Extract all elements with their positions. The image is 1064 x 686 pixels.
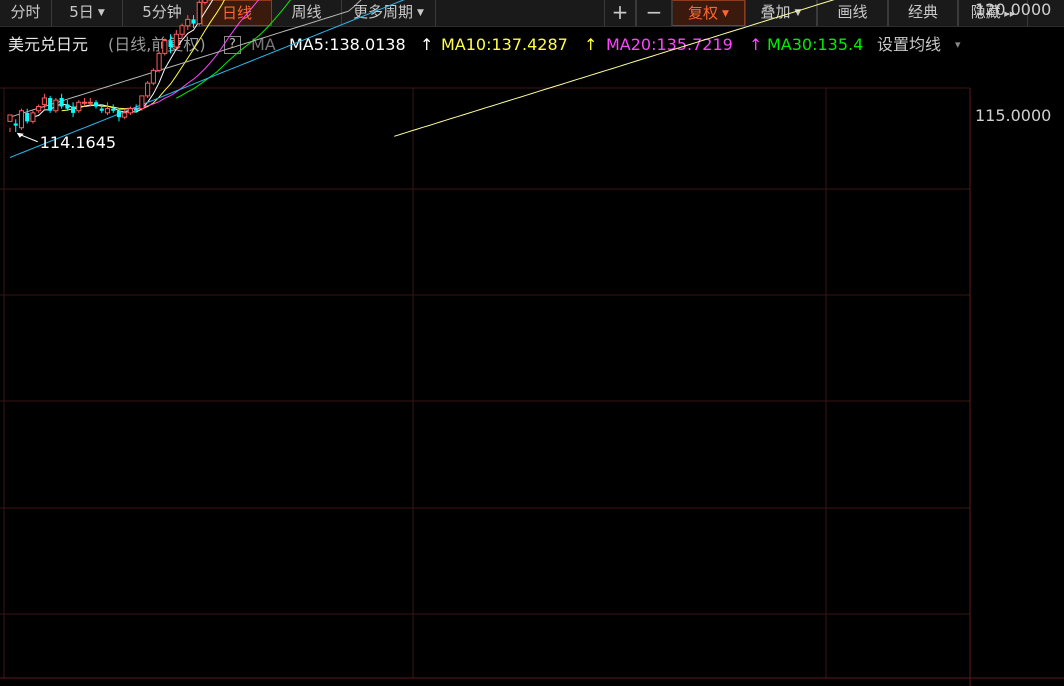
candle-up (145, 82, 151, 97)
candle-up (185, 18, 191, 27)
candle-up (18, 110, 25, 129)
extreme-annotations: 139.3905114.1645 (16, 132, 116, 152)
candle-up (41, 97, 47, 105)
candle-up (202, 0, 208, 3)
candle-down (93, 102, 99, 107)
candle-up (76, 101, 82, 112)
candle-up (179, 25, 185, 35)
candle-down (25, 112, 30, 122)
price-tick-label: 115.0000 (975, 106, 1051, 125)
candle-up (150, 69, 156, 84)
ma10-line (61, 0, 225, 112)
candle-up (87, 101, 93, 104)
candle-down (134, 108, 139, 111)
price-tick-label: 120.0000 (975, 0, 1051, 19)
price-axis: 115.0000120.0000125.0000130.0000135.0000 (975, 0, 1051, 125)
candle-up (7, 114, 13, 122)
candle-down (111, 108, 116, 111)
candle-down (191, 19, 196, 24)
candle-up (30, 112, 36, 122)
candlestick-chart[interactable]: 115.0000120.0000125.0000130.0000135.0000… (0, 0, 1064, 686)
candle-down (116, 110, 122, 118)
low-price-label: 114.1645 (40, 133, 116, 152)
candle-up (122, 112, 128, 118)
ma20-line (118, 0, 260, 110)
candle-up (162, 40, 168, 54)
candle-up (156, 52, 162, 71)
candle-down (168, 40, 173, 47)
candle-down (65, 104, 70, 109)
candle-up (81, 101, 88, 104)
candle-up (104, 108, 111, 114)
ma250-line (394, 0, 835, 137)
candle-up (53, 99, 59, 112)
candle-down (59, 98, 64, 107)
candle-up (127, 108, 133, 114)
candle-up (173, 33, 179, 48)
ma60-line (9, 0, 362, 118)
candle-series (7, 0, 208, 132)
candle-down (48, 98, 53, 111)
candle-up (196, 1, 202, 25)
candle-down (71, 106, 76, 113)
ma5-line (32, 0, 214, 118)
candle-down (13, 123, 18, 126)
candle-down (99, 108, 104, 111)
grid-lines (0, 87, 1064, 686)
candle-up (139, 95, 145, 110)
candle-up (36, 106, 42, 112)
ma30-line (176, 0, 291, 99)
